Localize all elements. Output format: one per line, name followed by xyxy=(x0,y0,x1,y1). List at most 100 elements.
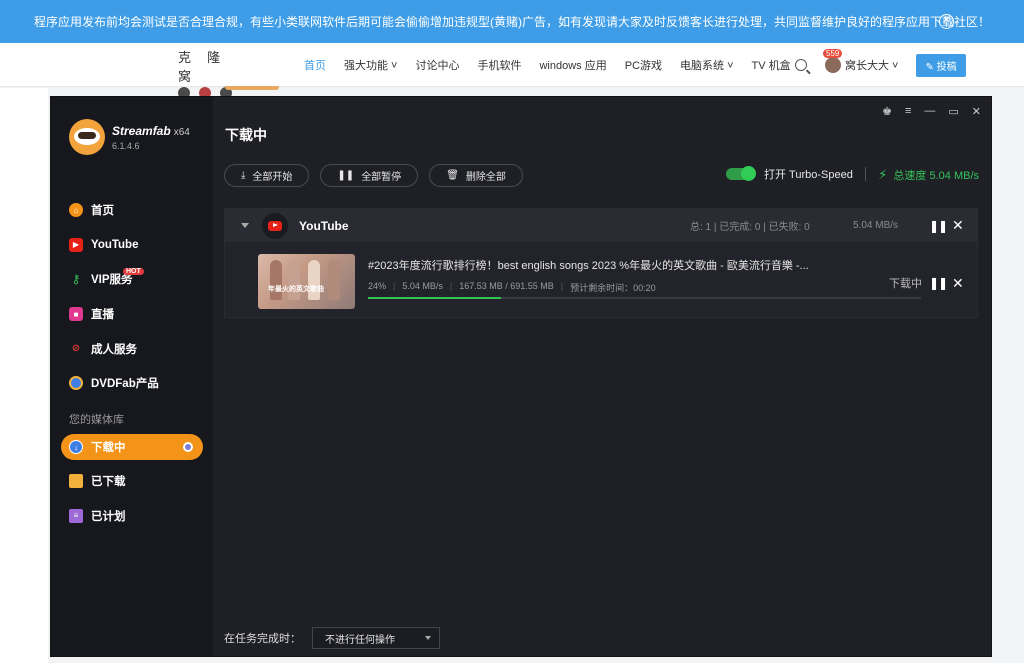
nav-link-forum[interactable]: 讨论中心 xyxy=(415,57,459,73)
sidebar-item-label: 已下载 xyxy=(91,476,126,489)
total-speed-value: 总速度 5.04 MB/s xyxy=(893,170,979,182)
pause-icon: ❚❚ xyxy=(337,170,355,181)
youtube-icon: ▶ xyxy=(69,237,83,252)
nav-link-tv[interactable]: TV 机盒 xyxy=(752,57,791,73)
nav-link-mobile[interactable]: 手机软件 xyxy=(477,57,521,73)
on-complete-value: 不进行任何操作 xyxy=(325,634,395,646)
maximize-icon[interactable]: ▭ xyxy=(948,105,958,118)
sidebar-item-downloading[interactable]: ↓ 下载中 xyxy=(61,434,203,460)
minimize-icon[interactable]: — xyxy=(924,105,935,118)
sidebar-item-label: 成人服务 xyxy=(91,343,137,356)
thumbnail-figure xyxy=(328,260,340,300)
task-status: 下载中 xyxy=(889,278,922,290)
footer: 在任务完成时： 不进行任何操作 xyxy=(224,627,440,649)
download-icon: ⤓ xyxy=(241,170,246,181)
divider xyxy=(865,167,866,181)
start-all-button[interactable]: ⤓ 全部开始 xyxy=(224,164,310,187)
page-background-strip xyxy=(225,86,279,90)
sidebar-item-label: 已计划 xyxy=(91,510,126,523)
download-task: 年最火的英文歌曲 #2023年度流行歌排行榜！best english song… xyxy=(225,245,977,317)
pause-all-label: 全部暂停 xyxy=(361,172,402,183)
nav-link-systems[interactable]: 电脑系统 ˅ xyxy=(680,57,733,73)
window-controls: ♚ ≡ — ▭ ✕ xyxy=(882,105,981,118)
sidebar-item-dvdfab[interactable]: DVDFab产品 xyxy=(61,366,203,401)
close-icon[interactable]: ✕ xyxy=(972,105,981,118)
nav-link-home[interactable]: 首页 xyxy=(304,57,326,73)
sidebar-item-live[interactable]: ■ 直播 xyxy=(61,297,203,332)
key-icon: ⚷ xyxy=(71,272,81,287)
home-icon: ⌂ xyxy=(69,203,83,218)
sidebar-item-vip[interactable]: ⚷ VIP服务 HOT xyxy=(61,262,203,297)
thumbnail-caption: 年最火的英文歌曲 xyxy=(268,286,324,293)
close-icon[interactable]: ✕ xyxy=(939,14,954,29)
turbo-speed: 打开 Turbo-Speed xyxy=(726,166,853,182)
sidebar-item-label: 直播 xyxy=(91,309,114,322)
folder-icon xyxy=(69,474,83,489)
sidebar-item-downloaded[interactable]: 已下载 xyxy=(61,464,203,499)
site-logo[interactable]: 克 隆 窝 xyxy=(178,47,238,99)
sidebar-item-scheduled[interactable]: ≡ 已计划 xyxy=(61,499,203,534)
page-title: 下载中 xyxy=(225,127,267,143)
close-icon[interactable]: ✕ xyxy=(952,275,964,292)
thumbnail-figure xyxy=(288,260,300,300)
sidebar: Streamfab x64 6.1.4.6 ⌂ 首页 ▶ YouTube ⚷ VI… xyxy=(51,97,213,656)
sidebar-item-label: YouTube xyxy=(91,238,139,251)
turbo-label: 打开 Turbo-Speed xyxy=(764,169,853,181)
sidebar-item-label: 首页 xyxy=(91,205,114,218)
brand: Streamfab x64 6.1.4.6 xyxy=(69,119,190,155)
nav-link-pcgames[interactable]: PC游戏 xyxy=(625,57,662,73)
site-nav-right: 559 窝长大大 ˅ ✎ 投稿 xyxy=(795,43,966,87)
on-complete-select[interactable]: 不进行任何操作 xyxy=(312,627,440,649)
group-name: YouTube xyxy=(299,218,349,233)
sidebar-item-label: DVDFab产品 xyxy=(91,378,159,391)
notification-badge: 559 xyxy=(823,49,843,58)
site-logo-text: 克 隆 窝 xyxy=(178,51,227,85)
turbo-toggle[interactable] xyxy=(726,166,756,181)
dvdfab-icon xyxy=(69,376,83,391)
pause-icon[interactable]: ❚❚ xyxy=(929,219,948,233)
sidebar-item-youtube[interactable]: ▶ YouTube xyxy=(61,228,203,263)
main-panel: ♚ ≡ — ▭ ✕ 下载中 ⤓ 全部开始 ❚❚ 全部暂停 🗑 删除全部 打开 T… xyxy=(213,97,991,656)
activity-indicator-icon xyxy=(183,442,193,452)
task-eta: 00:20 xyxy=(633,283,656,293)
close-icon[interactable]: ✕ xyxy=(952,217,964,234)
video-thumbnail: 年最火的英文歌曲 xyxy=(258,254,355,309)
search-icon[interactable] xyxy=(795,59,807,71)
submit-button[interactable]: ✎ 投稿 xyxy=(916,53,966,77)
menu-icon[interactable]: ≡ xyxy=(905,105,911,118)
streamfab-window: Streamfab x64 6.1.4.6 ⌂ 首页 ▶ YouTube ⚷ VI… xyxy=(50,96,992,657)
collapse-chevron-icon[interactable] xyxy=(241,223,249,228)
pause-all-button[interactable]: ❚❚ 全部暂停 xyxy=(320,164,419,187)
delete-all-button[interactable]: 🗑 删除全部 xyxy=(429,164,523,187)
download-group-youtube: YouTube 总: 1 | 已完成: 0 | 已失败: 0 5.04 MB/s… xyxy=(224,208,978,318)
task-percent: 24% xyxy=(368,281,387,291)
task-size: 167.53 MB / 691.55 MB xyxy=(459,281,554,291)
sidebar-item-home[interactable]: ⌂ 首页 xyxy=(61,193,203,228)
hot-badge: HOT xyxy=(123,268,144,276)
avatar[interactable]: 559 xyxy=(823,49,843,73)
group-header: YouTube 总: 1 | 已完成: 0 | 已失败: 0 5.04 MB/s… xyxy=(225,209,977,242)
streamfab-logo-icon xyxy=(69,119,105,155)
sidebar-item-adult[interactable]: ⊘ 成人服务 xyxy=(61,331,203,366)
schedule-icon: ≡ xyxy=(69,508,83,523)
notice-text: 程序应用发布前均会测试是否合理合规，有些小类联网软件后期可能会偷偷增加违规型(黄… xyxy=(34,15,990,29)
on-complete-label: 在任务完成时： xyxy=(224,633,301,645)
sidebar-menu: ⌂ 首页 ▶ YouTube ⚷ VIP服务 HOT ■ 直播 ⊘ 成人服务 D… xyxy=(61,193,203,401)
lightning-icon: ⚡ xyxy=(878,167,888,182)
skin-icon[interactable]: ♚ xyxy=(882,105,892,118)
user-menu[interactable]: 窝长大大 ˅ xyxy=(845,57,898,73)
trash-icon: 🗑 xyxy=(446,170,459,181)
nav-link-features[interactable]: 强大功能 ˅ xyxy=(344,57,397,73)
sidebar-item-label: 下载中 xyxy=(91,442,126,454)
group-stats: 总: 1 | 已完成: 0 | 已失败: 0 xyxy=(690,222,810,233)
thumbnail-figure xyxy=(308,260,320,300)
task-progress-fill xyxy=(368,297,501,299)
pause-icon[interactable]: ❚❚ xyxy=(929,276,948,290)
nav-link-windows[interactable]: windows 应用 xyxy=(539,57,606,73)
delete-all-label: 删除全部 xyxy=(465,172,506,183)
download-icon: ↓ xyxy=(69,440,83,454)
task-title: #2023年度流行歌排行榜！best english songs 2023 %年… xyxy=(368,260,809,272)
task-progress-bar xyxy=(368,297,921,299)
library-menu: ↓ 下载中 已下载 ≡ 已计划 xyxy=(61,434,203,533)
submit-label: 投稿 xyxy=(936,61,957,73)
